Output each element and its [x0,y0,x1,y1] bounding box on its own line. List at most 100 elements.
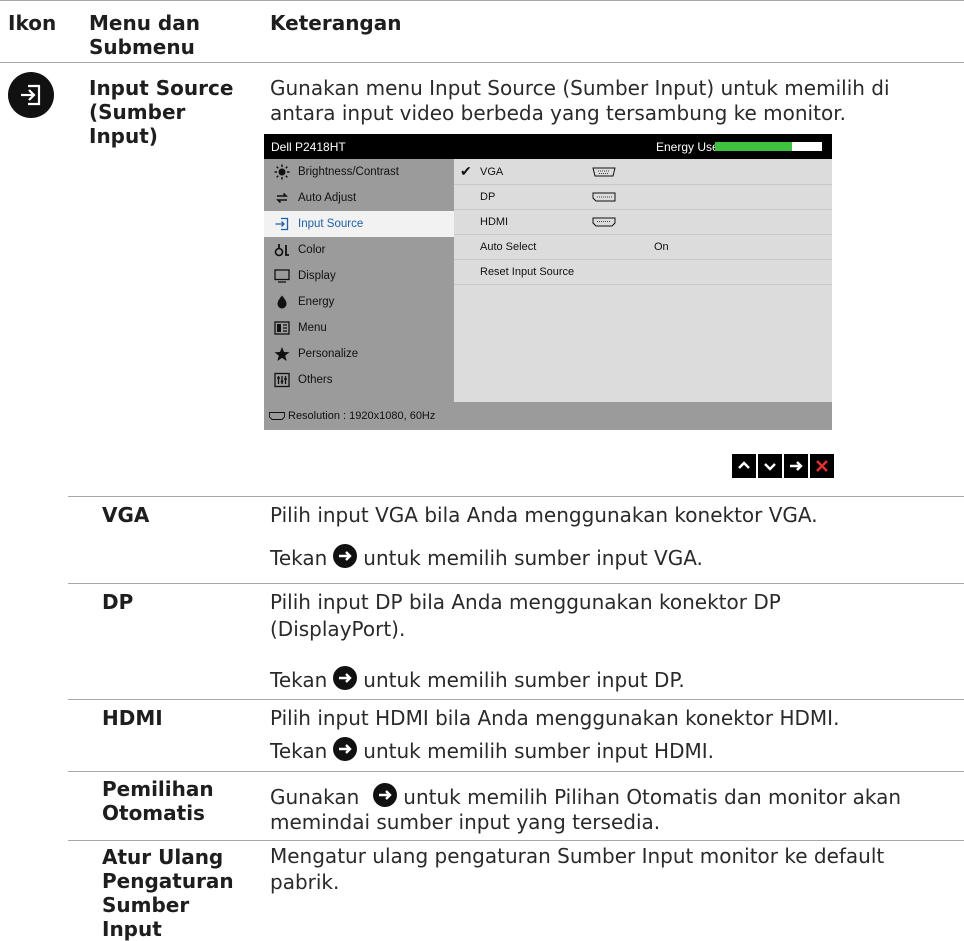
osd-item-label: Color [298,244,326,256]
submenu-label: VGA [480,166,504,178]
osd-item-label: Auto Adjust [298,192,357,204]
menu-reset-line4: Input [102,917,162,941]
osd-menu: Dell P2418HT Energy Use Brightness/Contr… [264,134,832,430]
dp-description-line2: (DisplayPort). [270,617,406,641]
check-icon: ✔ [460,163,472,179]
others-icon [274,372,290,388]
use-text: Gunakan [270,785,360,809]
menu-input-source: Input Source (Sumber Input) [89,76,234,148]
reset-description-line1: Mengatur ulang pengaturan Sumber Input m… [270,844,885,868]
right-circle-arrow-icon [333,666,358,690]
color-icon [274,244,289,257]
osd-item-personalize[interactable]: Personalize [264,341,454,367]
hdmi-connector-icon [269,412,285,420]
osd-item-label: Energy [298,296,335,308]
dp-connector-icon [592,192,616,202]
header-icon: Ikon [8,11,57,35]
menu-reset-line1: Atur Ulang [102,845,224,869]
osd-submenu: ✔ VGA DP HDMI Auto Select On Reset Input… [454,159,832,402]
menu-hdmi: HDMI [102,706,163,730]
header-menu: Menu dan Submenu [89,11,200,59]
osd-item-display[interactable]: Display [264,263,454,289]
input-source-description: Gunakan menu Input Source (Sumber Input)… [270,76,890,125]
submenu-label: DP [480,191,496,203]
auto-adjust-icon [276,192,288,204]
osd-item-color[interactable]: Color [264,237,454,263]
osd-model: Dell P2418HT [271,140,346,154]
close-icon [816,460,828,472]
right-arrow-icon [790,461,803,471]
right-circle-arrow-icon [333,737,358,761]
energy-icon [277,295,287,309]
row-divider [68,840,964,841]
osd-item-energy[interactable]: Energy [264,289,454,315]
menu-icon [274,321,290,335]
press-text: Tekan [270,546,328,570]
right-circle-arrow-icon [373,783,398,807]
submenu-reset-input-source[interactable]: Reset Input Source [454,259,832,285]
hdmi-connector-icon [592,217,616,227]
auto-select-instruction: Gunakan untuk memilih Pilihan Otomatis da… [270,783,901,810]
submenu-dp[interactable]: DP [454,184,832,210]
dp-instruction-text: untuk memilih sumber input DP. [363,668,685,692]
osd-status-bar: Resolution : 1920x1080, 60Hz [264,402,832,430]
osd-item-others[interactable]: Others [264,367,454,393]
header-description: Keterangan [270,11,402,35]
reset-description-line2: pabrik. [270,870,340,894]
osd-title-bar: Dell P2418HT Energy Use [264,134,832,159]
energy-bar [715,142,822,151]
osd-item-label: Brightness/Contrast [298,166,399,178]
row-divider [68,583,964,584]
menu-auto-select-line1: Pemilihan [102,777,214,801]
press-text: Tekan [270,739,328,763]
brightness-icon [274,164,290,180]
input-source-icon [275,217,289,231]
up-icon [738,461,750,469]
nav-close-button[interactable] [810,454,834,478]
menu-reset-line2: Pengaturan [102,869,234,893]
menu-auto-select-line2: Otomatis [102,801,205,825]
row-divider [68,699,964,700]
down-icon [764,463,776,471]
menu-reset-line3: Sumber [102,893,190,917]
osd-item-label: Others [298,374,333,386]
nav-down-button[interactable] [758,454,782,478]
press-text: Tekan [270,668,328,692]
submenu-label: Reset Input Source [480,266,575,278]
vga-instruction: Tekan untuk memilih sumber input VGA. [270,544,703,571]
right-circle-arrow-icon [333,544,358,568]
menu-dp: DP [102,590,134,614]
dp-instruction: Tekan untuk memilih sumber input DP. [270,666,685,693]
osd-item-auto-adjust[interactable]: Auto Adjust [264,185,454,211]
hdmi-description: Pilih input HDMI bila Anda menggunakan k… [270,706,840,730]
submenu-label: HDMI [480,216,509,228]
star-icon [274,347,290,361]
osd-item-label: Menu [298,322,327,334]
osd-item-label: Input Source [298,218,364,230]
resolution-text: Resolution : 1920x1080, 60Hz [288,410,436,422]
nav-up-button[interactable] [732,454,756,478]
vga-instruction-text: untuk memilih sumber input VGA. [363,546,703,570]
nav-right-button[interactable] [784,454,808,478]
menu-vga: VGA [102,503,150,527]
dp-description-line1: Pilih input DP bila Anda menggunakan kon… [270,590,781,614]
osd-item-brightness[interactable]: Brightness/Contrast [264,159,454,185]
submenu-hdmi[interactable]: HDMI [454,209,832,235]
submenu-label: Auto Select [480,241,537,253]
submenu-auto-select[interactable]: Auto Select On [454,234,832,260]
energy-bar-fill [715,142,793,151]
osd-main-menu: Brightness/Contrast Auto Adjust Input So… [264,159,454,402]
osd-item-input-source[interactable]: Input Source [264,211,454,237]
hdmi-instruction-text: untuk memilih sumber input HDMI. [363,739,714,763]
submenu-vga[interactable]: ✔ VGA [454,159,832,185]
osd-item-label: Display [298,270,336,282]
hdmi-instruction: Tekan untuk memilih sumber input HDMI. [270,737,714,764]
display-icon [274,269,290,283]
auto-select-text: untuk memilih Pilihan Otomatis dan monit… [403,785,902,809]
header-rule [0,62,964,63]
osd-item-menu[interactable]: Menu [264,315,454,341]
osd-item-label: Personalize [298,348,359,360]
osd-energy-label: Energy Use [656,140,719,154]
input-source-icon [8,72,54,118]
auto-select-description-line2: memindai sumber input yang tersedia. [270,810,661,834]
